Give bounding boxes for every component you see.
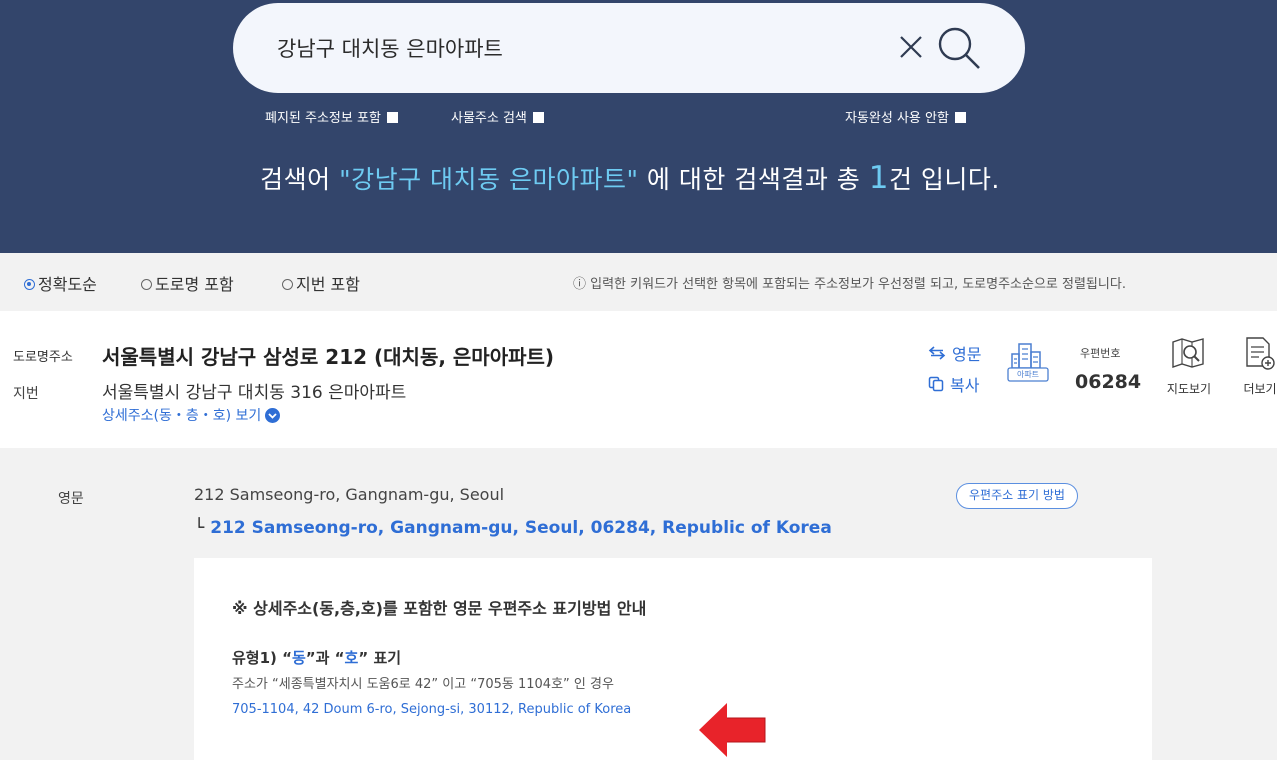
map-view-label: 지도보기: [1166, 382, 1212, 396]
search-icon[interactable]: [936, 25, 982, 71]
copy-button[interactable]: 복사: [928, 372, 979, 396]
english-label: 영문: [58, 491, 84, 507]
option-disable-autocomplete: 자동완성 사용 안함: [845, 107, 966, 126]
english-button[interactable]: 영문: [928, 341, 981, 365]
corner-arrow-icon: └: [194, 518, 205, 538]
disable-autocomplete-checkbox[interactable]: [954, 112, 966, 123]
search-banner: 강남구 대치동 은마아파트 폐지된 주소정보 포함 사물주소 검색 자동완성 사…: [0, 0, 1277, 253]
jibun-address: 서울특별시 강남구 대치동 316 은마아파트: [102, 383, 407, 403]
english-address-section: 영문 212 Samseong-ro, Gangnam-gu, Seoul └ 2…: [0, 448, 1277, 760]
jibun-label: 지번: [13, 386, 39, 402]
guide-type-description: 주소가 “세종특별자치시 도움6로 42” 이고 “705동 1104호” 인 …: [232, 677, 614, 692]
swap-icon: [928, 346, 946, 360]
sort-jibun-radio[interactable]: 지번 포함: [282, 271, 360, 295]
english-address: 212 Samseong-ro, Gangnam-gu, Seoul: [194, 485, 505, 504]
result-summary: 검색어 "강남구 대치동 은마아파트" 에 대한 검색결과 총 1건 입니다.: [260, 160, 1000, 196]
sort-bar: 정확도순 도로명 포함 지번 포함 ⓘ 입력한 키워드가 선택한 항목에 포함되…: [0, 253, 1277, 311]
more-button[interactable]: 더보기: [1236, 336, 1277, 397]
sort-accuracy-radio[interactable]: 정확도순: [24, 271, 97, 295]
result-keyword: "강남구 대치동 은마아파트": [339, 165, 639, 194]
copy-icon: [928, 376, 944, 392]
close-icon[interactable]: [898, 34, 924, 60]
zip-code: 06284: [1075, 371, 1142, 393]
result-count: 1: [868, 160, 889, 196]
zip-label: 우편번호: [1080, 347, 1121, 360]
postal-guide-box: ※ 상세주소(동,층,호)를 포함한 영문 우편주소 표기방법 안내 유형1) …: [194, 558, 1152, 760]
road-address-label: 도로명주소: [13, 350, 73, 365]
sort-road-name-radio[interactable]: 도로명 포함: [141, 271, 234, 295]
guide-type-title: 유형1) “동”과 “호” 표기: [232, 649, 402, 667]
postal-format-guide-button[interactable]: 우편주소 표기 방법: [956, 483, 1078, 509]
road-address: 서울특별시 강남구 삼성로 212 (대치동, 은마아파트): [102, 345, 555, 369]
radio-icon: [141, 278, 152, 290]
radio-icon: [282, 278, 293, 290]
guide-title: ※ 상세주소(동,층,호)를 포함한 영문 우편주소 표기방법 안내: [232, 599, 647, 618]
guide-type-example: 705-1104, 42 Doum 6-ro, Sejong-si, 30112…: [232, 702, 632, 717]
option-include-abolished: 폐지된 주소정보 포함: [265, 107, 398, 126]
apartment-badge-label: 아파트: [1016, 370, 1040, 379]
address-result-card: 도로명주소 서울특별시 강남구 삼성로 212 (대치동, 은마아파트) 지번 …: [0, 311, 1277, 448]
object-address-checkbox[interactable]: [532, 112, 544, 123]
radio-selected-icon: [24, 278, 35, 290]
search-box[interactable]: 강남구 대치동 은마아파트: [233, 3, 1025, 93]
search-input[interactable]: 강남구 대치동 은마아파트: [277, 33, 503, 63]
chevron-down-icon: [265, 407, 281, 423]
sort-note: ⓘ 입력한 키워드가 선택한 항목에 포함되는 주소정보가 우선정렬 되고, 도…: [573, 277, 1126, 292]
map-search-icon: [1172, 338, 1204, 368]
map-view-button[interactable]: 지도보기: [1159, 336, 1219, 397]
more-label: 더보기: [1243, 382, 1277, 396]
document-plus-icon: [1246, 337, 1275, 370]
option-object-address: 사물주소 검색: [451, 107, 544, 126]
english-postal-address: └ 212 Samseong-ro, Gangnam-gu, Seoul, 062…: [194, 518, 832, 538]
include-abolished-checkbox[interactable]: [386, 112, 398, 123]
apartment-icon: 아파트: [1007, 342, 1049, 382]
detail-address-link[interactable]: 상세주소(동・층・호) 보기: [102, 405, 281, 425]
red-arrow-icon: [699, 703, 766, 757]
